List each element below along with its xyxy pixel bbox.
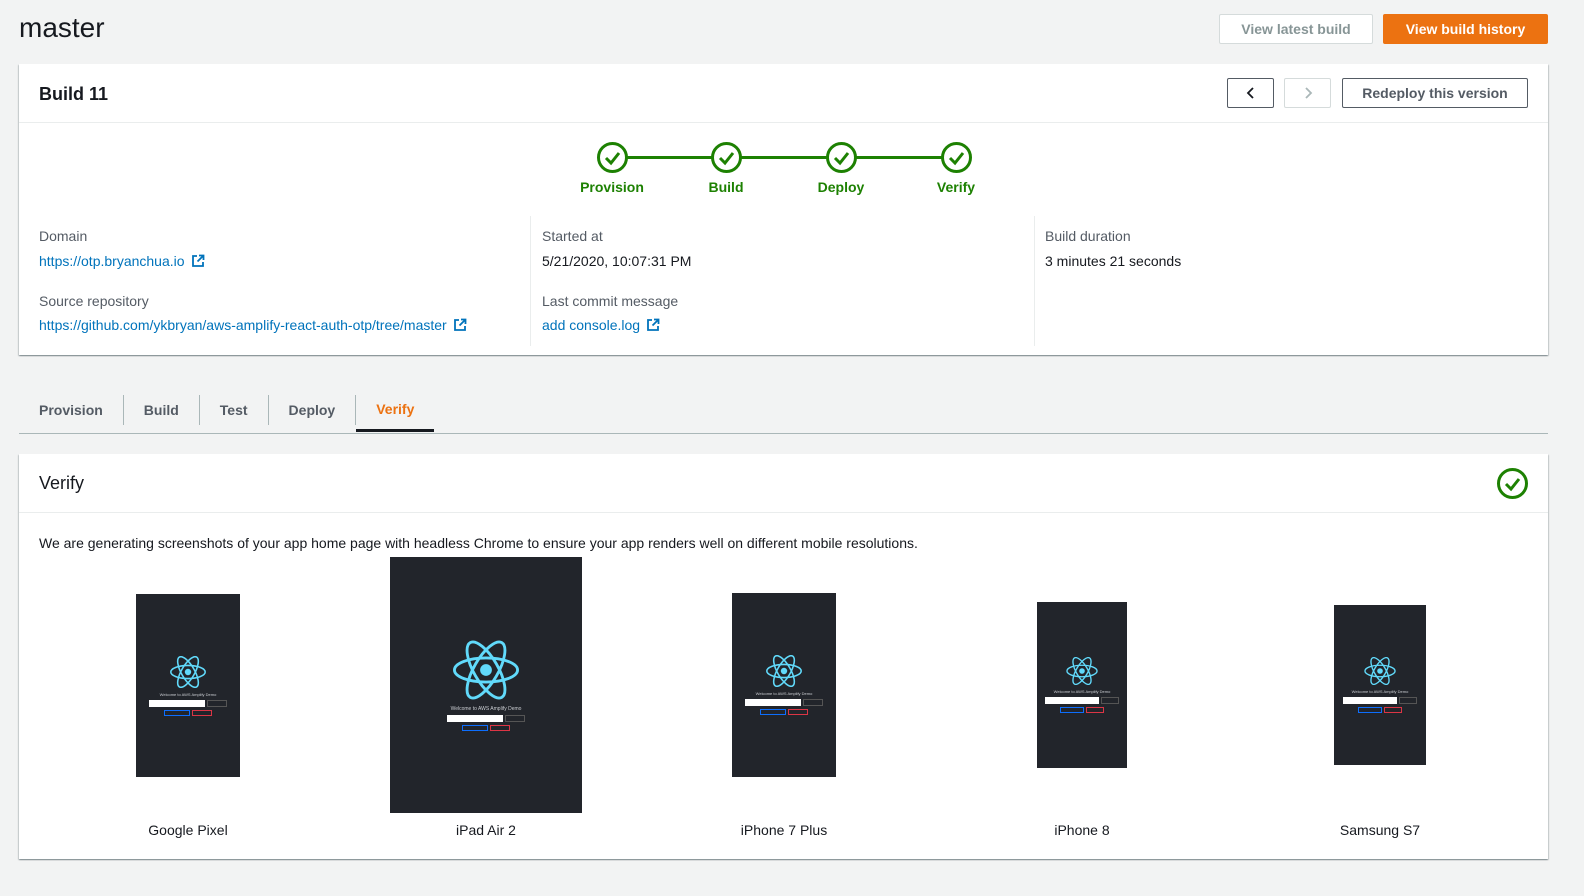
- chevron-left-icon: [1246, 87, 1254, 99]
- get-otp-preview: [207, 699, 227, 707]
- domain-link-text: https://otp.bryanchua.io: [39, 253, 185, 269]
- get-otp-preview: [1399, 697, 1417, 704]
- react-logo-icon: [453, 640, 519, 699]
- step-label-build: Build: [708, 179, 744, 195]
- external-link-icon: [191, 254, 204, 267]
- provision-success-icon: [597, 142, 628, 173]
- tab-build[interactable]: Build: [124, 388, 199, 432]
- previous-build-button[interactable]: [1227, 78, 1274, 108]
- step-connector: [626, 156, 956, 159]
- device-screen-title: Welcome to AWS Amplify Demo: [1351, 689, 1409, 694]
- device-screen-title: Welcome to AWS Amplify Demo: [159, 691, 217, 697]
- next-build-button[interactable]: [1284, 78, 1331, 108]
- commit-link-text: add console.log: [542, 317, 641, 333]
- react-logo-icon: [170, 655, 206, 688]
- verify-card-header: Verify: [19, 454, 1548, 513]
- deploy-success-icon: [826, 142, 857, 173]
- build-card-header: Build 11 Redeploy this version: [19, 64, 1548, 123]
- repo-label: Source repository: [39, 293, 149, 309]
- get-otp-preview: [1101, 697, 1119, 704]
- tab-provision[interactable]: Provision: [19, 388, 123, 432]
- domain-label: Domain: [39, 228, 88, 244]
- commit-link[interactable]: add console.log: [542, 317, 660, 333]
- started-label: Started at: [542, 228, 603, 244]
- signout-preview: [490, 724, 510, 731]
- device-screenshot-samsung-s7[interactable]: Welcome to AWS Amplify Demo: [1334, 605, 1426, 765]
- phone-input-preview: [745, 699, 801, 706]
- react-logo-icon: [1066, 657, 1098, 685]
- repo-link[interactable]: https://github.com/ykbryan/aws-amplify-r…: [39, 317, 467, 333]
- device-label-iphone-7-plus: iPhone 7 Plus: [740, 822, 828, 838]
- phone-input-preview: [1343, 697, 1397, 704]
- get-otp-preview: [803, 699, 823, 706]
- domain-link[interactable]: https://otp.bryanchua.io: [39, 253, 205, 269]
- step-label-deploy: Deploy: [817, 179, 865, 195]
- step-label-verify: Verify: [936, 179, 976, 195]
- view-latest-build-button[interactable]: View latest build: [1219, 14, 1373, 44]
- phone-input-preview: [447, 714, 503, 722]
- device-screenshot-iphone-7-plus[interactable]: Welcome to AWS Amplify Demo: [732, 593, 836, 777]
- duration-label: Build duration: [1045, 228, 1131, 244]
- signout-preview: [1086, 707, 1104, 713]
- react-logo-icon: [766, 655, 802, 687]
- view-build-history-button[interactable]: View build history: [1383, 14, 1548, 44]
- verify-preview: [1060, 707, 1084, 713]
- duration-value: 3 minutes 21 seconds: [1045, 253, 1182, 269]
- device-screenshot-ipad-air-2[interactable]: Welcome to AWS Amplify Demo: [390, 557, 582, 813]
- verify-card: Verify We are generating screenshots of …: [19, 454, 1548, 859]
- column-divider: [530, 216, 531, 346]
- tab-test[interactable]: Test: [200, 388, 268, 432]
- device-screen-title: Welcome to AWS Amplify Demo: [1053, 689, 1111, 694]
- verify-status-success-icon: [1497, 468, 1528, 499]
- verify-success-icon: [941, 142, 972, 173]
- phone-input-preview: [1045, 697, 1099, 704]
- started-value: 5/21/2020, 10:07:31 PM: [542, 253, 692, 269]
- device-label-ipad-air-2: iPad Air 2: [456, 822, 516, 838]
- tab-verify[interactable]: Verify: [356, 388, 435, 432]
- device-screen-title: Welcome to AWS Amplify Demo: [755, 691, 813, 696]
- signout-preview: [1384, 707, 1402, 713]
- verify-preview: [1358, 707, 1382, 713]
- verify-preview: [760, 709, 786, 715]
- commit-label: Last commit message: [542, 293, 679, 309]
- build-card: Build 11 Redeploy this version Provision…: [19, 64, 1548, 355]
- chevron-right-icon: [1304, 87, 1312, 99]
- external-link-icon: [453, 318, 467, 331]
- phone-input-preview: [149, 699, 205, 707]
- build-progress-steps: Provision Build Deploy Verify: [579, 140, 999, 200]
- device-label-google-pixel: Google Pixel: [148, 822, 228, 838]
- signout-preview: [788, 709, 808, 715]
- verify-preview: [462, 724, 488, 731]
- verify-description: We are generating screenshots of your ap…: [39, 535, 918, 551]
- page-title: master: [19, 12, 105, 43]
- device-label-iphone-8: iPhone 8: [1054, 822, 1110, 838]
- device-label-samsung-s7: Samsung S7: [1339, 822, 1421, 838]
- device-screen-title: Welcome to AWS Amplify Demo: [450, 705, 522, 712]
- signout-preview: [192, 709, 212, 716]
- external-link-icon: [647, 318, 660, 331]
- device-screenshot-iphone-8[interactable]: Welcome to AWS Amplify Demo: [1037, 602, 1127, 768]
- redeploy-button[interactable]: Redeploy this version: [1342, 78, 1528, 108]
- column-divider: [1034, 216, 1035, 346]
- device-screenshot-google-pixel[interactable]: Welcome to AWS Amplify Demo: [136, 594, 240, 777]
- verify-preview: [164, 709, 190, 716]
- build-success-icon: [711, 142, 742, 173]
- react-logo-icon: [1364, 657, 1396, 685]
- build-title: Build 11: [39, 84, 109, 104]
- phase-tabs: Provision Build Test Deploy Verify: [19, 388, 1548, 434]
- verify-title: Verify: [39, 473, 85, 493]
- get-otp-preview: [505, 714, 525, 722]
- tab-deploy[interactable]: Deploy: [269, 388, 356, 432]
- repo-link-text: https://github.com/ykbryan/aws-amplify-r…: [39, 317, 447, 333]
- step-label-provision: Provision: [580, 179, 644, 195]
